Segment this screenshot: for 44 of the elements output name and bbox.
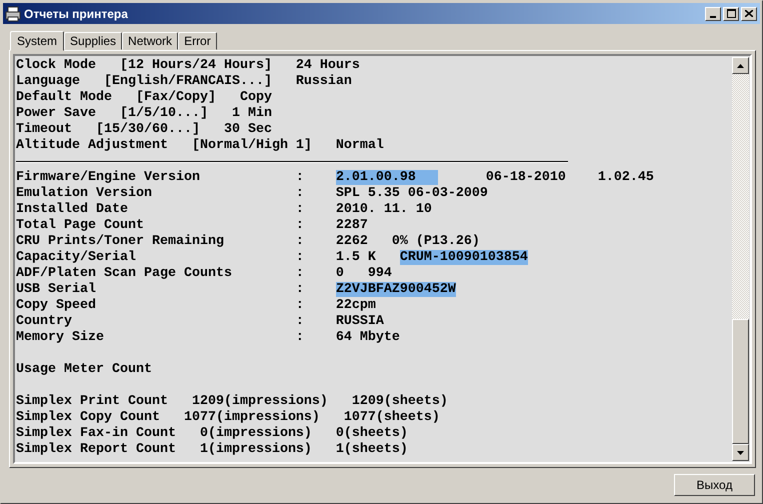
report-text: USB Serial : — [16, 282, 305, 297]
highlighted-value: Z2VJBFAZ900452W — [336, 282, 456, 297]
up-arrow-icon — [737, 64, 744, 68]
report-line: Timeout [15/30/60...] 30 Sec — [16, 122, 273, 138]
tab[interactable]: Error — [178, 32, 217, 50]
report-line: Copy Speed : 22cpm — [16, 298, 377, 314]
report-line: Country : RUSSIA — [16, 314, 385, 330]
report-line: Simplex Report Count 1(impressions) 1(sheets) — [16, 442, 409, 458]
tab[interactable]: System — [10, 31, 64, 51]
scroll-down-button[interactable] — [732, 444, 749, 461]
report-line: Installed Date : 2010. 11. 10 — [16, 202, 433, 218]
report-line: Simplex Copy Count 1077(impressions) 1077(sheets) — [16, 410, 441, 426]
exit-button[interactable]: Выход — [674, 474, 755, 496]
tab[interactable]: Network — [122, 32, 178, 50]
minimize-icon — [710, 16, 716, 18]
down-arrow-icon — [737, 450, 744, 454]
tab[interactable]: Supplies — [64, 32, 122, 50]
maximize-icon — [726, 9, 736, 18]
window-title: Отчеты принтера — [24, 6, 129, 20]
scroll-up-button[interactable] — [732, 57, 749, 74]
report-text: Firmware/Engine Version : — [16, 170, 305, 185]
report-line: Altitude Adjustment [Normal/High 1] Normal — [16, 138, 385, 154]
report-line: Memory Size : 64 Mbyte — [16, 330, 401, 346]
close-icon — [745, 10, 753, 17]
minimize-button[interactable] — [705, 6, 721, 20]
report-line: Power Save [1/5/10...] 1 Min — [16, 106, 273, 122]
highlighted-value: CRUM-10090103854 — [400, 250, 528, 265]
scrollbar-thumb[interactable] — [732, 319, 749, 444]
report-line: Default Mode [Fax/Copy] Copy — [16, 90, 273, 106]
printer-icon — [5, 6, 21, 22]
report-line: Clock Mode [12 Hours/24 Hours] 24 Hours — [16, 58, 361, 74]
close-button[interactable] — [741, 6, 757, 20]
report-line: Simplex Print Count 1209(impressions) 1209(sheets) — [16, 394, 449, 410]
report-text: 06-18-2010 1.02.45 — [484, 170, 654, 185]
maximize-button[interactable] — [723, 6, 739, 20]
highlighted-value: 2.01.00.98 — [336, 170, 438, 185]
report-line: Total Page Count : 2287 — [16, 218, 369, 234]
report-text: Capacity/Serial : 1.5 K — [16, 250, 377, 265]
report-line: Usage Meter Count — [16, 362, 153, 378]
report-line: CRU Prints/Toner Remaining : 2262 0% (P13.26) — [16, 234, 481, 250]
report-line: Simplex Fax-in Count 0(impressions) 0(sheets) — [16, 426, 409, 442]
report-line: ADF/Platen Scan Page Counts : 0 994 — [16, 266, 393, 282]
report-line: Emulation Version : SPL 5.35 06-03-2009 — [16, 186, 489, 202]
report-line: Language [English/FRANCAIS...] Russian — [16, 74, 353, 90]
